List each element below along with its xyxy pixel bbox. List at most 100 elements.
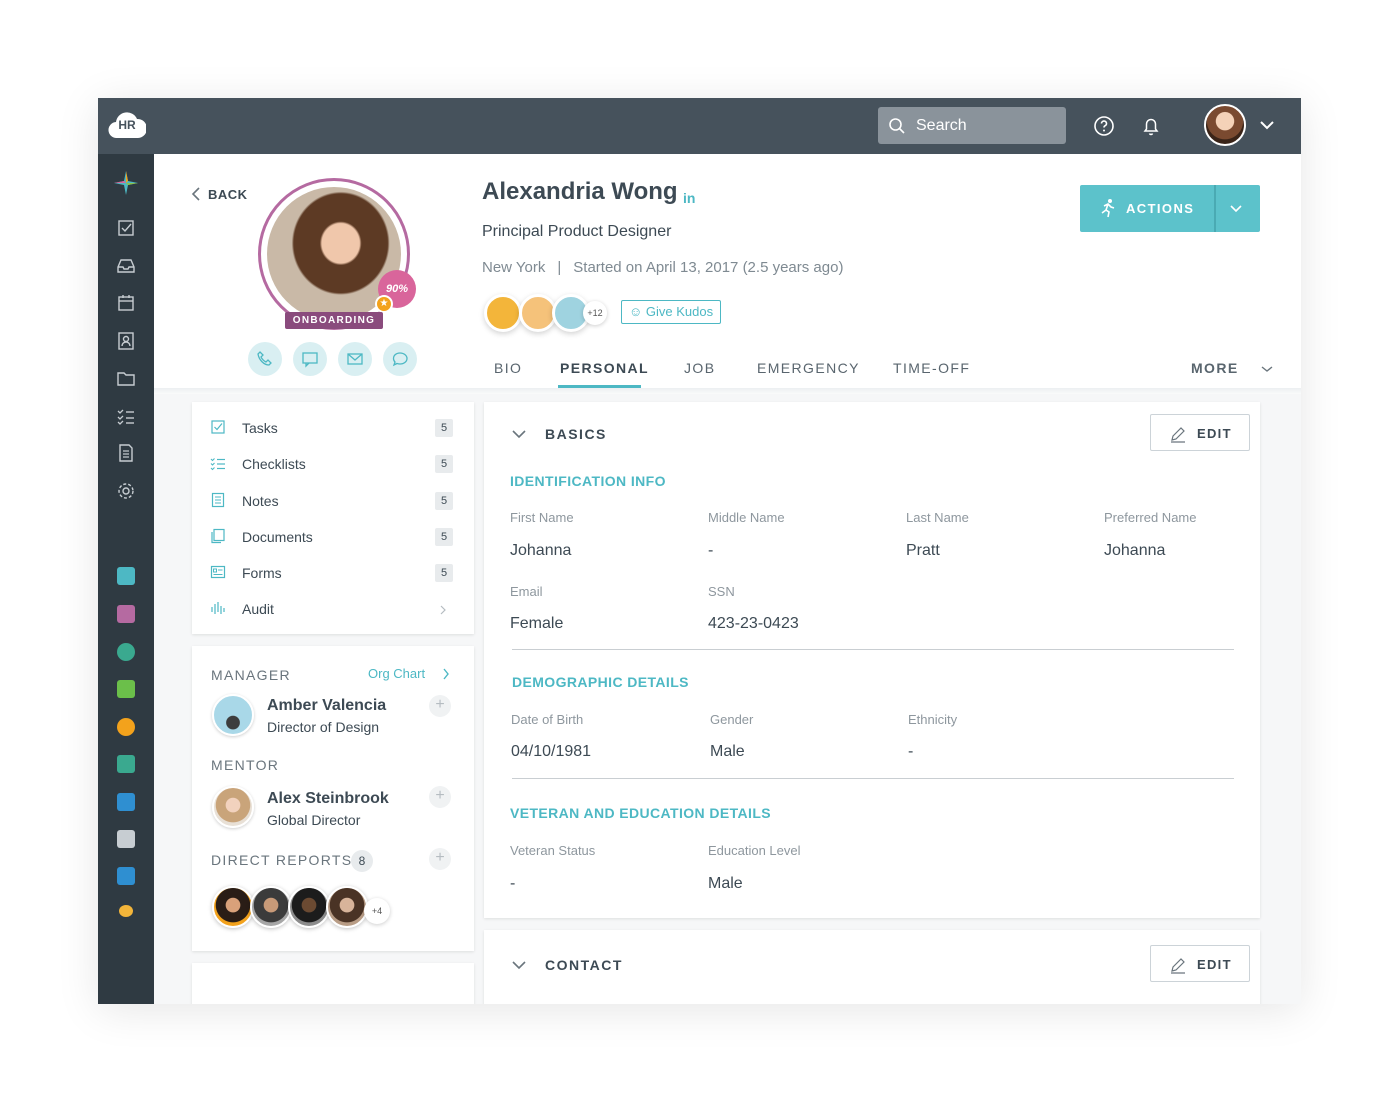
app-search-doc-icon[interactable] (117, 793, 135, 811)
app-travel-icon[interactable] (117, 680, 135, 698)
app-badge-icon[interactable] (117, 643, 135, 661)
ssn-value: 423-23-0423 (708, 615, 799, 632)
pencil-icon (1171, 958, 1185, 974)
call-button[interactable] (248, 342, 282, 376)
kudos-icon: ☺ (629, 304, 646, 319)
running-person-icon (1101, 199, 1115, 218)
app-network-icon[interactable] (117, 867, 135, 885)
add-manager-button[interactable]: + (429, 695, 451, 717)
direct-report-avatar[interactable] (326, 886, 368, 928)
manager-avatar[interactable] (212, 694, 254, 736)
app-money-icon[interactable] (117, 718, 135, 736)
left-sidebar (98, 154, 154, 1004)
chat-button[interactable] (293, 342, 327, 376)
help-icon[interactable] (1092, 114, 1116, 138)
bell-icon[interactable] (1139, 114, 1163, 138)
inbox-icon[interactable] (116, 256, 136, 276)
activity-nav-card: Tasks 5 Checklists 5 Notes 5 Documents 5… (192, 402, 474, 634)
ssn-label: SSN (708, 584, 735, 599)
documents-count: 5 (435, 528, 453, 546)
tab-job[interactable]: JOB (684, 360, 715, 376)
demographic-heading: DEMOGRAPHIC DETAILS (512, 674, 689, 690)
org-chart-link[interactable]: Org Chart (368, 666, 449, 681)
employee-name: Alexandria Wong (482, 178, 678, 205)
kudos-more-count[interactable]: +12 (583, 301, 607, 325)
app-emoji-icon[interactable] (119, 905, 133, 917)
chevron-right-icon[interactable] (439, 605, 447, 615)
tasks-count: 5 (435, 419, 453, 437)
message-button[interactable] (383, 342, 417, 376)
direct-reports-more[interactable]: +4 (364, 898, 390, 924)
tab-bio[interactable]: BIO (494, 360, 522, 376)
actions-button[interactable]: ACTIONS (1080, 185, 1260, 232)
add-mentor-button[interactable]: + (429, 786, 451, 808)
app-people-icon[interactable] (117, 567, 135, 585)
veteran-heading: VETERAN AND EDUCATION DETAILS (510, 805, 772, 821)
basics-card: BASICS EDIT IDENTIFICATION INFO First Na… (484, 402, 1260, 918)
direct-reports-label: DIRECT REPORTS (211, 852, 353, 868)
last-name-label: Last Name (906, 510, 969, 525)
checklists-count: 5 (435, 455, 453, 473)
app-monitor-icon[interactable] (117, 755, 135, 773)
app-window: HR Search BACK 90% ★ ONBOARDING Alexandr… (98, 98, 1301, 1004)
search-input[interactable]: Search (878, 107, 1066, 144)
meta-separator: | (557, 259, 562, 276)
checklist-icon[interactable] (116, 406, 136, 426)
settings-icon[interactable] (116, 481, 136, 501)
app-report-icon[interactable] (117, 830, 135, 848)
dob-value: 04/10/1981 (511, 743, 592, 760)
forms-count: 5 (435, 564, 453, 582)
search-icon (889, 118, 905, 134)
mentor-avatar[interactable] (212, 786, 254, 828)
kudos-emoji-1[interactable] (484, 294, 522, 332)
veteran-status-value: - (510, 875, 516, 892)
edit-label: EDIT (1197, 957, 1232, 972)
edit-basics-button[interactable]: EDIT (1150, 414, 1250, 451)
nav-forms-label: Forms (242, 565, 282, 581)
mentor-label: MENTOR (211, 757, 280, 773)
chevron-down-icon[interactable] (1229, 203, 1243, 215)
checklist-icon (210, 458, 225, 471)
actions-label: ACTIONS (1126, 201, 1195, 216)
direct-report-avatar[interactable] (288, 886, 330, 928)
linkedin-icon[interactable]: in (683, 190, 695, 206)
chevron-down-icon[interactable] (1258, 116, 1276, 134)
direct-report-avatar[interactable] (212, 886, 254, 928)
edit-label: EDIT (1197, 426, 1232, 441)
gender-label: Gender (710, 712, 754, 727)
contact-card-icon[interactable] (116, 331, 136, 351)
mentor-name[interactable]: Alex Steinbrook (267, 790, 389, 808)
tab-time-off[interactable]: TIME-OFF (893, 360, 970, 376)
more-label: MORE (1191, 360, 1239, 376)
direct-report-avatar[interactable] (250, 886, 292, 928)
app-profile-icon[interactable] (117, 605, 135, 623)
manager-name[interactable]: Amber Valencia (267, 697, 386, 715)
email-button[interactable] (338, 342, 372, 376)
calendar-icon[interactable] (116, 293, 136, 313)
document-icon[interactable] (116, 443, 136, 463)
speech-bubble-icon (392, 352, 408, 367)
chevron-left-icon (191, 187, 200, 201)
more-tabs-button[interactable]: MORE (1191, 360, 1273, 376)
give-kudos-button[interactable]: ☺ Give Kudos (621, 300, 722, 324)
tab-personal[interactable]: PERSONAL (560, 360, 649, 376)
tasks-icon[interactable] (116, 218, 136, 238)
user-avatar[interactable] (1204, 104, 1246, 146)
tab-emergency[interactable]: EMERGENCY (757, 360, 860, 376)
veteran-status-label: Veteran Status (510, 843, 596, 858)
first-name-value: Johanna (510, 542, 572, 559)
manager-role: Director of Design (267, 719, 380, 735)
app-star-icon[interactable] (112, 169, 140, 197)
checkbox-icon (211, 420, 225, 434)
email-label: Email (510, 584, 543, 599)
folder-icon[interactable] (116, 368, 136, 388)
add-direct-report-button[interactable]: + (429, 848, 451, 870)
preferred-name-label: Preferred Name (1104, 510, 1197, 525)
edit-contact-button[interactable]: EDIT (1150, 945, 1250, 982)
chevron-down-icon (512, 430, 526, 439)
hr-cloud-logo[interactable]: HR (108, 110, 146, 140)
email-value: Female (510, 615, 564, 632)
section-divider (512, 778, 1234, 779)
search-placeholder: Search (916, 117, 967, 134)
additional-card (192, 963, 474, 1004)
